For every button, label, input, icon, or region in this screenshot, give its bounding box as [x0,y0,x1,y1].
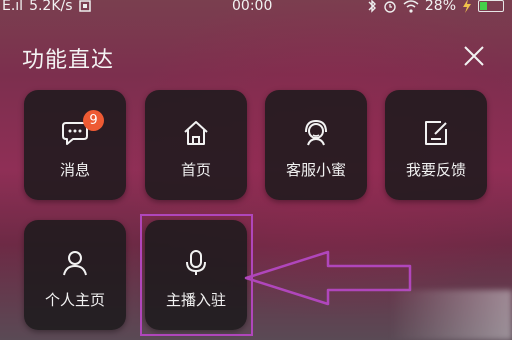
home-icon [184,121,208,145]
status-clock: 00:00 [232,0,273,14]
tile-label: 首页 [180,161,211,179]
charging-icon [463,0,471,13]
tile-label: 消息 [59,161,90,179]
tile-label: 个人主页 [44,291,105,309]
battery-fill [480,2,487,10]
tile-home[interactable]: 首页 [145,90,247,200]
blurred-region [390,290,512,340]
wifi-icon [403,0,419,13]
tile-personal-page[interactable]: 个人主页 [24,220,126,330]
highlight-box [140,214,253,336]
alarm-icon [384,1,396,13]
tile-label: 我要反馈 [405,161,466,179]
unread-badge: 9 [83,110,104,131]
tile-label: 客服小蜜 [285,161,346,179]
status-bar: E.ıl 5.2K/s 00:00 28% [0,0,512,16]
battery-percent: 28% [424,0,456,14]
feedback-edit-icon [425,121,447,145]
tile-feedback[interactable]: 我要反馈 [385,90,487,200]
panel-title: 功能直达 [22,48,115,73]
network-speed: 5.2K/s [29,0,73,14]
signal-icon: E.ıl [2,0,24,14]
tile-messages[interactable]: 9 消息 [24,90,126,200]
notification-icon [78,0,91,12]
battery-icon [478,0,504,12]
tile-customer-service[interactable]: 客服小蜜 [265,90,367,200]
customer-service-icon [305,119,327,146]
close-button[interactable] [462,44,486,68]
bluetooth-icon [368,0,376,13]
person-icon [63,251,87,276]
